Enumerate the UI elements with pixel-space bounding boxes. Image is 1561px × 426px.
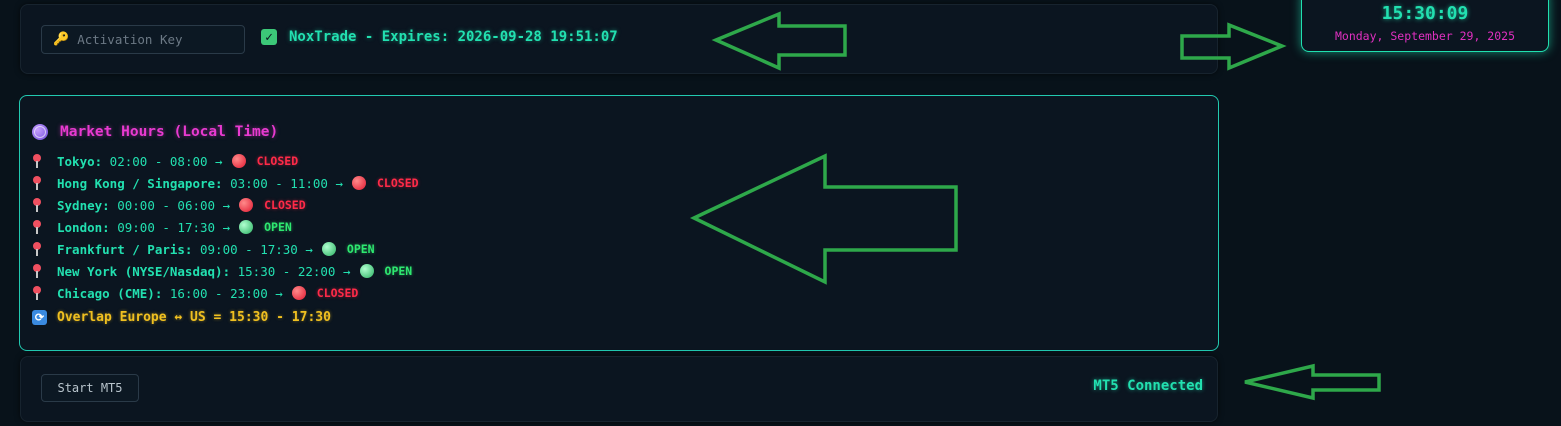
arrow-left-mt5-icon xyxy=(1244,363,1381,401)
arrow-right-clock-icon xyxy=(1180,22,1287,71)
annotation-arrow-license xyxy=(689,11,1381,401)
arrow-left-market-icon xyxy=(689,153,958,285)
arrow-left-license-icon xyxy=(711,11,847,71)
